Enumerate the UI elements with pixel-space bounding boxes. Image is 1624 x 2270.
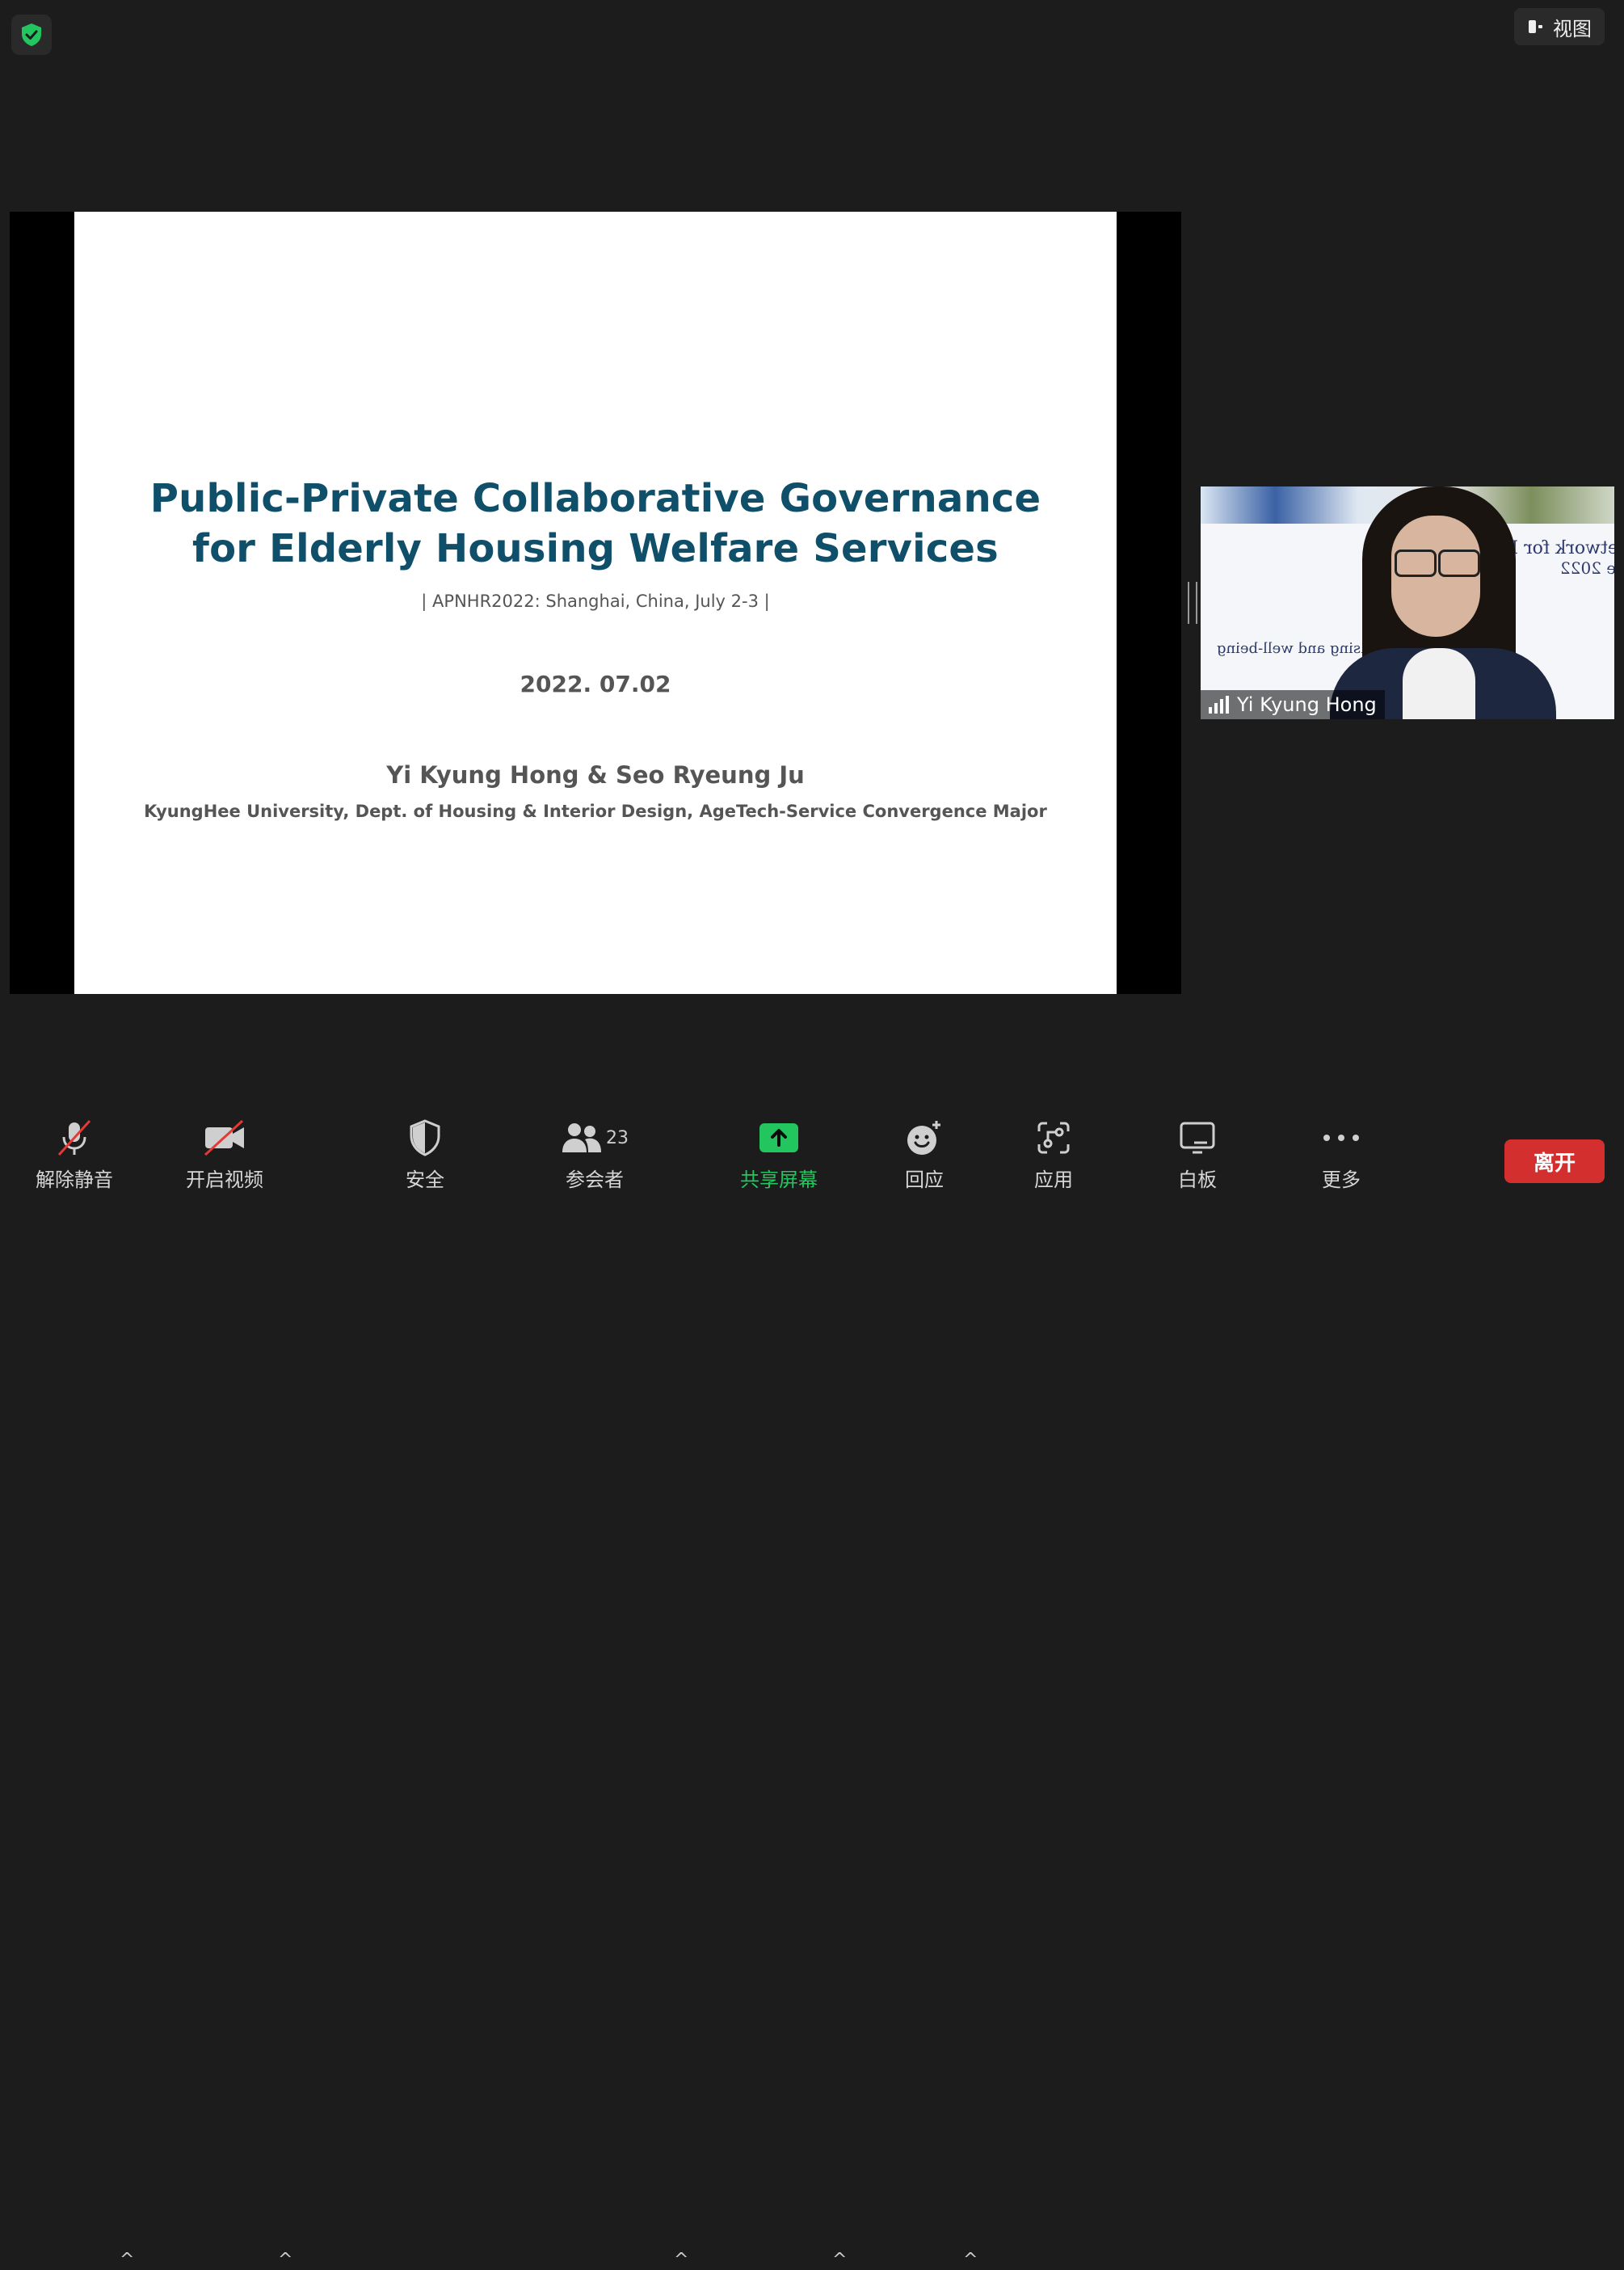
start-video-button[interactable]: 开启视频 — [168, 1115, 281, 1192]
microphone-muted-icon — [57, 1119, 91, 1156]
whiteboard-button[interactable]: 白板 — [1141, 1115, 1254, 1192]
unmute-button[interactable]: 解除静音 — [18, 1115, 131, 1192]
slide-affiliation: KyungHee University, Dept. of Housing & … — [144, 802, 1047, 821]
participant-shirt — [1403, 648, 1475, 719]
participant-video-tile[interactable]: The Asia-Pacific Network for Housing Res… — [1201, 486, 1614, 719]
participants-button[interactable]: 23 参会者 — [538, 1115, 651, 1192]
shield-icon — [410, 1119, 440, 1156]
share-screen-icon — [759, 1123, 798, 1152]
view-button[interactable]: 视图 — [1514, 8, 1605, 45]
apps-label: 应用 — [1034, 1169, 1073, 1191]
slide-authors: Yi Kyung Hong & Seo Ryeung Ju — [386, 761, 805, 789]
apps-icon — [1037, 1122, 1070, 1154]
participants-count: 23 — [606, 1127, 629, 1148]
participant-name: Yi Kyung Hong — [1237, 693, 1377, 716]
apps-button[interactable]: 应用 — [997, 1115, 1110, 1192]
start-video-label: 开启视频 — [186, 1169, 263, 1191]
share-options-caret[interactable]: ^ — [832, 2250, 847, 2270]
share-screen-button[interactable]: 共享屏幕 — [722, 1115, 835, 1192]
reactions-options-caret[interactable]: ^ — [963, 2250, 978, 2270]
participants-icon — [562, 1123, 601, 1152]
participant-glasses — [1391, 550, 1480, 577]
participants-options-caret[interactable]: ^ — [674, 2250, 688, 2270]
security-label: 安全 — [406, 1169, 444, 1191]
meeting-toolbar: 解除静音 ^ 开启视频 ^ 安全 23 参会者 ^ 共享屏幕 ^ 回应 ^ 应用… — [0, 1115, 1624, 2270]
shared-screen: Public-Private Collaborative Governance … — [10, 212, 1181, 994]
share-screen-label: 共享屏幕 — [740, 1169, 818, 1191]
more-dots-icon — [1323, 1135, 1359, 1141]
slide-title-line-2: for Elderly Housing Welfare Services — [192, 526, 999, 571]
participants-label: 参会者 — [566, 1169, 624, 1191]
more-button[interactable]: 更多 — [1285, 1115, 1398, 1192]
signal-bars-icon — [1209, 696, 1229, 714]
view-button-label: 视图 — [1553, 17, 1592, 40]
encryption-badge[interactable] — [11, 15, 52, 55]
unmute-label: 解除静音 — [36, 1169, 113, 1191]
shield-check-icon — [22, 23, 41, 46]
panel-resize-handle[interactable] — [1188, 582, 1197, 624]
presentation-slide: Public-Private Collaborative Governance … — [74, 212, 1117, 994]
leave-button[interactable]: 离开 — [1504, 1139, 1605, 1183]
audio-options-caret[interactable]: ^ — [120, 2250, 134, 2270]
layout-icon — [1529, 20, 1542, 33]
whiteboard-label: 白板 — [1178, 1169, 1217, 1191]
emoji-plus-icon — [907, 1121, 940, 1155]
slide-conference: | APNHR2022: Shanghai, China, July 2-3 | — [421, 592, 770, 611]
video-options-caret[interactable]: ^ — [278, 2250, 292, 2270]
slide-title: Public-Private Collaborative Governance … — [74, 474, 1117, 574]
reactions-label: 回应 — [905, 1169, 944, 1191]
whiteboard-icon — [1180, 1122, 1215, 1154]
reactions-button[interactable]: 回应 — [868, 1115, 981, 1192]
camera-off-icon — [204, 1119, 244, 1156]
participant-name-tag: Yi Kyung Hong — [1201, 690, 1385, 719]
slide-title-line-1: Public-Private Collaborative Governance — [149, 476, 1041, 521]
slide-date: 2022. 07.02 — [520, 671, 671, 697]
security-button[interactable]: 安全 — [368, 1115, 482, 1192]
more-label: 更多 — [1322, 1169, 1361, 1191]
